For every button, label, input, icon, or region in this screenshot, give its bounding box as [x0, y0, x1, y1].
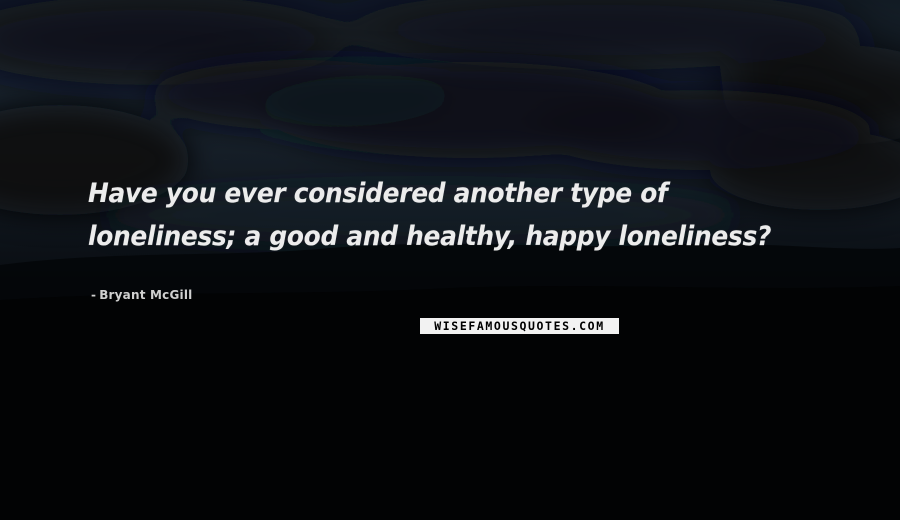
- author-dash: -: [91, 288, 97, 302]
- author-name: Bryant McGill: [99, 288, 193, 302]
- quote-image: Have you ever considered another type of…: [0, 0, 900, 520]
- night-sky-clouds-background: [0, 0, 900, 520]
- watermark-logo: WISEFAMOUSQUOTES.COM: [420, 318, 619, 334]
- quote-text: Have you ever considered another type of…: [88, 178, 772, 252]
- quote-author: - Bryant McGill: [91, 288, 192, 302]
